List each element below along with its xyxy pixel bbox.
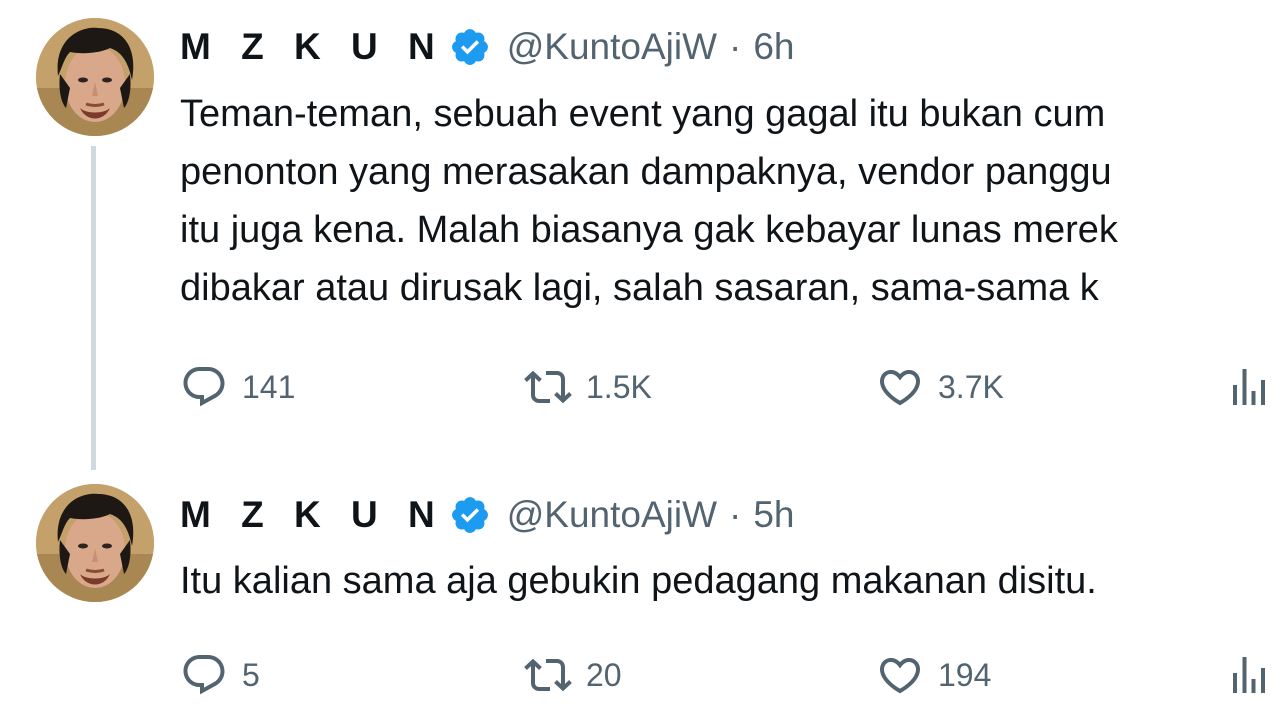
retweet-button[interactable]: 1.5K: [524, 362, 652, 412]
retweet-button[interactable]: 20: [524, 650, 622, 700]
like-count: 194: [938, 656, 992, 693]
like-icon: [876, 363, 924, 411]
separator-dot: ·: [729, 26, 742, 67]
reply-button[interactable]: 5: [180, 650, 260, 700]
like-icon: [876, 651, 924, 699]
views-button[interactable]: [1225, 650, 1273, 700]
verified-badge-icon: [449, 26, 491, 68]
tweet-text-line: itu juga kena. Malah biasanya gak kebaya…: [180, 209, 1118, 251]
profile-photo-icon: [36, 18, 154, 136]
user-handle[interactable]: @KuntoAjiW: [507, 26, 717, 68]
timestamp[interactable]: 5h: [753, 494, 794, 536]
reply-icon: [180, 651, 228, 699]
profile-photo-icon: [36, 484, 154, 602]
timestamp[interactable]: 6h: [753, 26, 794, 68]
tweet-text: Itu kalian sama aja gebukin pedagang mak…: [180, 552, 1280, 610]
avatar[interactable]: [36, 18, 154, 136]
tweet-text-line: dibakar atau dirusak lagi, salah sasaran…: [180, 267, 1099, 309]
reply-icon: [180, 363, 228, 411]
tweet-actions: 5 20 194: [180, 650, 1280, 700]
tweet-text-line: penonton yang merasakan dampaknya, vendo…: [180, 151, 1112, 193]
tweet-text: Teman-teman, sebuah event yang gagal itu…: [180, 85, 1280, 317]
tweet[interactable]: M Z K U N @KuntoAjiW · 5h Itu kalian sam…: [0, 470, 1280, 720]
display-name[interactable]: M Z K U N: [180, 494, 445, 536]
retweet-count: 1.5K: [586, 368, 652, 405]
reply-count: 5: [242, 656, 260, 693]
like-count: 3.7K: [938, 368, 1004, 405]
retweet-icon: [524, 363, 572, 411]
reply-count: 141: [242, 368, 296, 405]
tweet-actions: 141 1.5K 3.7K: [180, 362, 1280, 412]
thread-connector-line: [91, 146, 96, 470]
separator-dot: ·: [729, 494, 742, 535]
like-button[interactable]: 194: [876, 650, 991, 700]
views-button[interactable]: [1225, 362, 1273, 412]
retweet-count: 20: [586, 656, 622, 693]
reply-button[interactable]: 141: [180, 362, 295, 412]
views-icon: [1225, 363, 1273, 411]
verified-badge-icon: [449, 494, 491, 536]
tweet-text-line: Teman-teman, sebuah event yang gagal itu…: [180, 93, 1106, 135]
avatar[interactable]: [36, 484, 154, 602]
like-button[interactable]: 3.7K: [876, 362, 1004, 412]
retweet-icon: [524, 651, 572, 699]
tweet[interactable]: M Z K U N @KuntoAjiW · 6h Teman-teman, s…: [0, 0, 1280, 470]
views-icon: [1225, 651, 1273, 699]
tweet-header: M Z K U N @KuntoAjiW · 6h: [180, 17, 794, 77]
user-handle[interactable]: @KuntoAjiW: [507, 494, 717, 536]
display-name[interactable]: M Z K U N: [180, 26, 445, 68]
tweet-header: M Z K U N @KuntoAjiW · 5h: [180, 485, 794, 545]
tweet-text-line: Itu kalian sama aja gebukin pedagang mak…: [180, 560, 1097, 602]
